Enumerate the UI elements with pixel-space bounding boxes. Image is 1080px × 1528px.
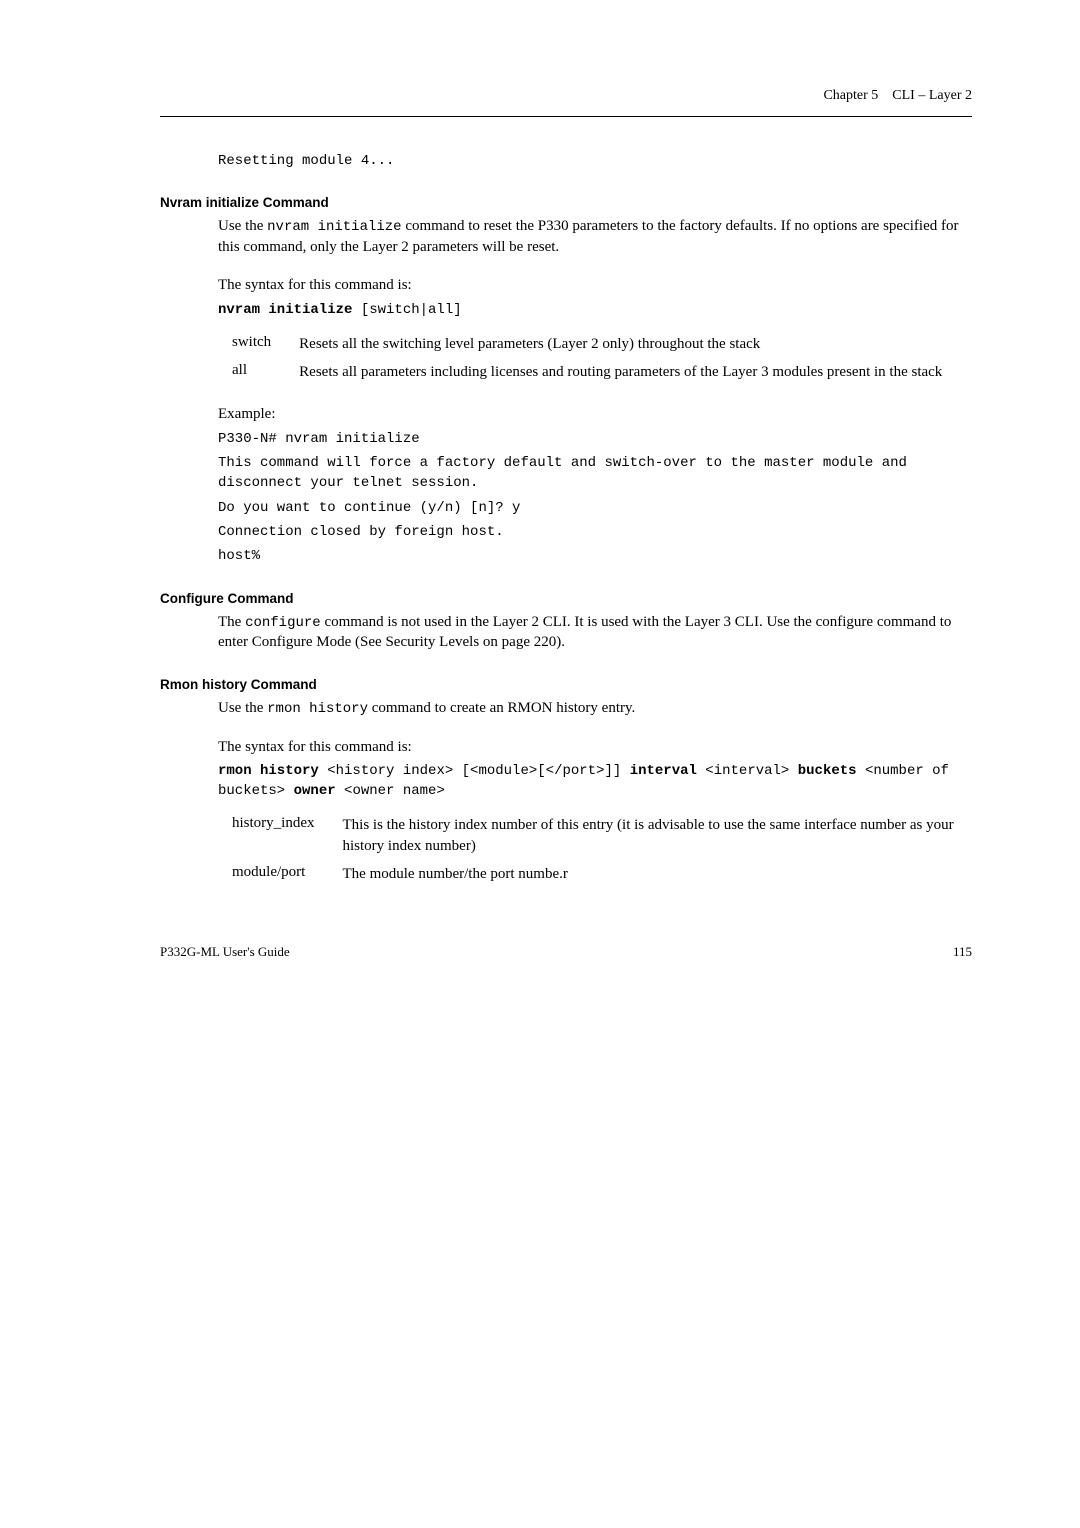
rmon-syntax-label: The syntax for this command is:	[218, 737, 972, 757]
rmon-opt-term: module/port	[232, 860, 343, 888]
rmon-syntax-p8: <owner name>	[336, 783, 445, 799]
rmon-syntax-p3: interval	[630, 763, 697, 779]
section-title-configure: Configure Command	[160, 591, 972, 606]
nvram-syntax-rest: [switch|all]	[352, 302, 461, 318]
rmon-options: history_index This is the history index …	[232, 811, 972, 888]
configure-para-code: configure	[245, 615, 321, 631]
chapter-title: CLI – Layer 2	[892, 88, 972, 103]
rmon-opt-term: history_index	[232, 811, 343, 860]
configure-para: The configure command is not used in the…	[218, 612, 972, 653]
nvram-opt-term: all	[232, 358, 299, 386]
rmon-para: Use the rmon history command to create a…	[218, 698, 972, 719]
section-title-nvram: Nvram initialize Command	[160, 195, 972, 210]
nvram-para1: Use the nvram initialize command to rese…	[218, 216, 972, 257]
rmon-syntax-p2: <history index> [<module>[</port>]]	[319, 763, 630, 779]
rmon-opt-desc: The module number/the port numbe.r	[343, 860, 973, 888]
rmon-para-a: Use the	[218, 700, 267, 716]
footer-left: P332G-ML User's Guide	[160, 944, 290, 960]
nvram-syntax-cmd: nvram initialize [switch|all]	[218, 300, 972, 320]
rmon-opt-row: module/port The module number/the port n…	[232, 860, 972, 888]
nvram-options: switch Resets all the switching level pa…	[232, 330, 942, 387]
rmon-syntax-cmd: rmon history <history index> [<module>[<…	[218, 761, 972, 802]
nvram-example-line: Do you want to continue (y/n) [n]? y	[218, 498, 972, 518]
configure-para-a: The	[218, 614, 245, 630]
nvram-example-line: Connection closed by foreign host.	[218, 522, 972, 542]
nvram-example-label: Example:	[218, 404, 972, 424]
nvram-example-line: P330-N# nvram initialize	[218, 429, 972, 449]
rmon-syntax-p7: owner	[294, 783, 336, 799]
footer-page-number: 115	[953, 944, 972, 960]
nvram-example-line: This command will force a factory defaul…	[218, 453, 972, 494]
nvram-syntax-label: The syntax for this command is:	[218, 275, 972, 295]
rmon-opt-row: history_index This is the history index …	[232, 811, 972, 860]
nvram-example-line: host%	[218, 546, 972, 566]
code-reset-line: Resetting module 4...	[218, 151, 972, 171]
chapter-label: Chapter 5	[823, 88, 878, 103]
nvram-opt-row: all Resets all parameters including lice…	[232, 358, 942, 386]
rmon-para-code: rmon history	[267, 701, 368, 717]
rmon-syntax-p4: <interval>	[697, 763, 798, 779]
section-title-rmon: Rmon history Command	[160, 677, 972, 692]
rmon-opt-desc: This is the history index number of this…	[343, 811, 973, 860]
rmon-syntax-p5: buckets	[798, 763, 857, 779]
configure-para-b: command is not used in the Layer 2 CLI. …	[218, 614, 951, 651]
header-rule	[160, 116, 972, 117]
rmon-syntax-p1: rmon history	[218, 763, 319, 779]
nvram-syntax-bold: nvram initialize	[218, 302, 352, 318]
rmon-para-b: command to create an RMON history entry.	[368, 700, 635, 716]
nvram-para1-code: nvram initialize	[267, 219, 401, 235]
nvram-opt-desc: Resets all the switching level parameter…	[299, 330, 942, 358]
nvram-opt-term: switch	[232, 330, 299, 358]
nvram-opt-row: switch Resets all the switching level pa…	[232, 330, 942, 358]
nvram-para1-a: Use the	[218, 218, 267, 234]
page-header: Chapter 5 CLI – Layer 2	[160, 88, 972, 104]
page-footer: P332G-ML User's Guide 115	[160, 944, 972, 960]
nvram-opt-desc: Resets all parameters including licenses…	[299, 358, 942, 386]
